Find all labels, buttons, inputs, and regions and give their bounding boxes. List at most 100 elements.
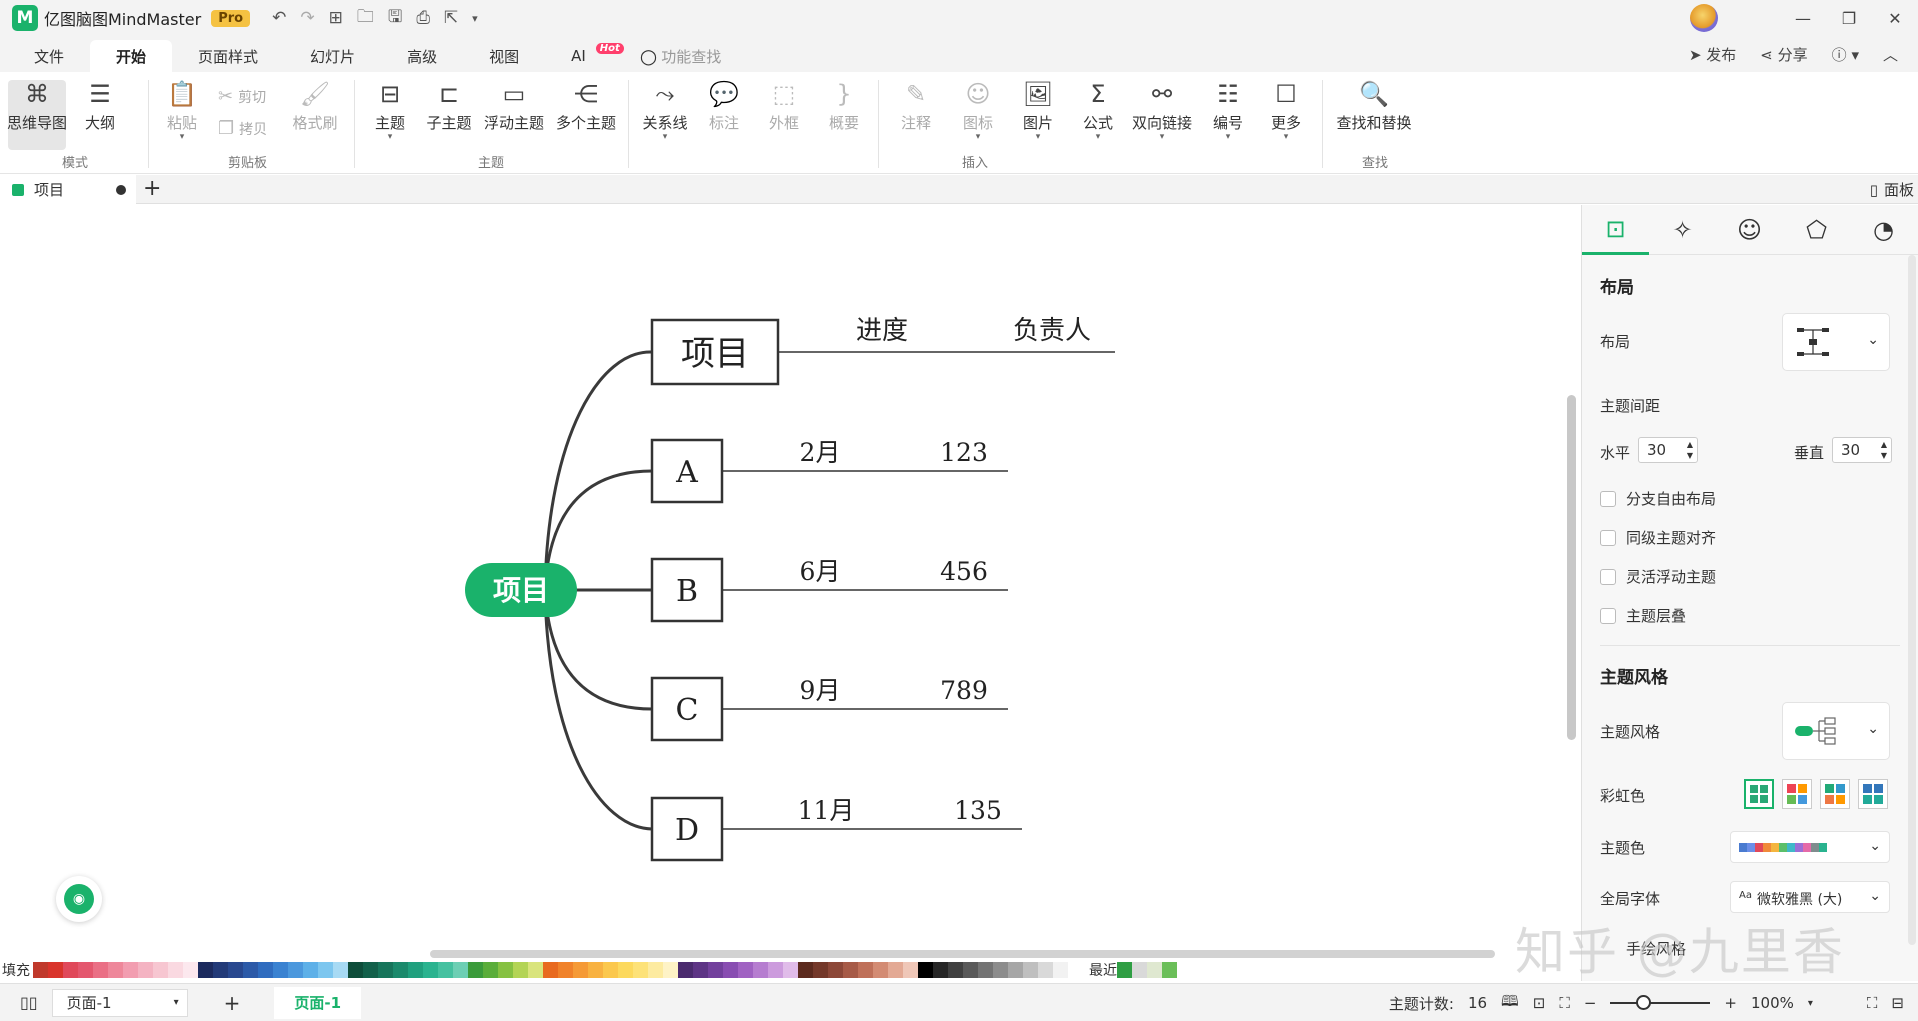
color-swatch[interactable] xyxy=(318,962,333,978)
color-swatch[interactable] xyxy=(363,962,378,978)
color-swatch[interactable] xyxy=(678,962,693,978)
color-swatch[interactable] xyxy=(708,962,723,978)
recent-color-swatch[interactable] xyxy=(1132,962,1147,978)
color-swatch[interactable] xyxy=(63,962,78,978)
callout-button[interactable]: 💬 标注 xyxy=(708,80,740,150)
print-icon[interactable]: ⎙ xyxy=(416,8,430,28)
tab-slides[interactable]: 幻灯片 xyxy=(284,40,381,72)
panel-toggle-button[interactable]: ▯ 面板 xyxy=(1870,179,1914,200)
image-button[interactable]: 🖼 图片 ▾ xyxy=(1020,80,1056,150)
color-swatch[interactable] xyxy=(198,962,213,978)
bidirectional-link-button[interactable]: ⚯ 双向链接 ▾ xyxy=(1130,80,1194,150)
minimize-icon[interactable]: — xyxy=(1780,9,1826,28)
stepper-arrows-icon[interactable]: ▲ ▼ xyxy=(1881,439,1887,461)
color-swatch[interactable] xyxy=(558,962,573,978)
color-swatch[interactable] xyxy=(468,962,483,978)
color-swatch[interactable] xyxy=(123,962,138,978)
emoji-icon[interactable]: ☺ xyxy=(1716,205,1783,255)
topic-style-select[interactable]: ⌄ xyxy=(1782,702,1890,760)
pro-badge[interactable]: Pro xyxy=(211,9,251,27)
color-swatch[interactable] xyxy=(153,962,168,978)
new-icon[interactable]: ⊞ xyxy=(329,8,343,28)
page-select[interactable]: 页面-1 ▾ xyxy=(51,988,188,1017)
ai-sparkle-icon[interactable]: ✧ xyxy=(1649,205,1716,255)
page-tab[interactable]: 页面-1 xyxy=(274,986,362,1019)
color-swatch[interactable] xyxy=(138,962,153,978)
color-swatch[interactable] xyxy=(453,962,468,978)
color-swatch[interactable] xyxy=(738,962,753,978)
customize-icon[interactable]: ▾ xyxy=(472,12,478,25)
horizontal-spacing-input[interactable]: 30 ▲ ▼ xyxy=(1638,437,1698,463)
recent-color-swatch[interactable] xyxy=(1147,962,1162,978)
undo-icon[interactable]: ↶ xyxy=(272,8,286,28)
unsaved-dot-icon[interactable] xyxy=(116,184,126,195)
color-swatch[interactable] xyxy=(78,962,93,978)
find-replace-button[interactable]: 🔍 查找和替换 xyxy=(1336,80,1412,150)
color-swatch[interactable] xyxy=(333,962,348,978)
color-swatch[interactable] xyxy=(543,962,558,978)
tab-view[interactable]: 视图 xyxy=(463,40,545,72)
share-button[interactable]: ⋖ 分享 xyxy=(1760,44,1807,65)
stepper-arrows-icon[interactable]: ▲ ▼ xyxy=(1687,439,1693,461)
color-swatch[interactable] xyxy=(603,962,618,978)
option-free-layout[interactable]: 分支自由布局 xyxy=(1600,488,1716,509)
color-swatch[interactable] xyxy=(813,962,828,978)
zoom-slider[interactable] xyxy=(1610,995,1711,1010)
color-swatch[interactable] xyxy=(693,962,708,978)
theme-icon[interactable]: ⬠ xyxy=(1783,205,1850,255)
book-view-icon[interactable]: 🕮 xyxy=(1501,991,1519,1016)
color-swatch[interactable] xyxy=(33,962,48,978)
tab-home[interactable]: 开始 xyxy=(90,40,173,72)
collapse-ribbon-icon[interactable]: ︿ xyxy=(1883,44,1898,65)
close-icon[interactable]: ✕ xyxy=(1872,9,1918,28)
rainbow-option-4[interactable] xyxy=(1858,779,1888,809)
open-icon[interactable]: 🗀 xyxy=(357,4,374,33)
icon-button[interactable]: ☺ 图标 ▾ xyxy=(962,80,994,150)
color-swatch[interactable] xyxy=(828,962,843,978)
layout-icon[interactable]: ⊡ xyxy=(1582,205,1649,255)
panel-scrollbar[interactable] xyxy=(1908,255,1916,945)
color-swatch[interactable] xyxy=(303,962,318,978)
zoom-in-button[interactable]: + xyxy=(1724,994,1737,1012)
color-swatch[interactable] xyxy=(48,962,63,978)
assistant-bot-button[interactable]: ◉ xyxy=(56,876,102,922)
option-flexible-floating[interactable]: 灵活浮动主题 xyxy=(1600,566,1716,587)
tab-page-style[interactable]: 页面样式 xyxy=(172,40,284,72)
recent-color-swatch[interactable] xyxy=(1117,962,1132,978)
color-swatch[interactable] xyxy=(438,962,453,978)
recent-color-swatch[interactable] xyxy=(1162,962,1177,978)
copy-button[interactable]: ❐ 拷贝 xyxy=(218,118,267,139)
global-font-select[interactable]: Aa 微软雅黑 (大) ⌄ xyxy=(1730,881,1890,913)
color-swatch[interactable] xyxy=(888,962,903,978)
page-panel-icon[interactable]: ▯▯ xyxy=(20,993,38,1012)
fit-page-icon[interactable]: ⊡ xyxy=(1533,994,1546,1012)
add-page-button[interactable]: + xyxy=(224,991,241,1015)
numbering-button[interactable]: ☷ 编号 ▾ xyxy=(1210,80,1246,150)
color-swatch[interactable] xyxy=(588,962,603,978)
zoom-level[interactable]: 100% xyxy=(1751,994,1794,1012)
color-swatch[interactable] xyxy=(903,962,918,978)
relation-button[interactable]: ⤳ 关系线 ▾ xyxy=(640,80,690,150)
subtopic-button[interactable]: ⊏ 子主题 xyxy=(424,80,474,150)
color-swatch[interactable] xyxy=(873,962,888,978)
color-swatch[interactable] xyxy=(783,962,798,978)
layout-select[interactable]: ⌄ xyxy=(1782,313,1890,371)
tab-advanced[interactable]: 高级 xyxy=(381,40,463,72)
color-swatch[interactable] xyxy=(528,962,543,978)
chevron-down-icon[interactable]: ▾ xyxy=(1808,998,1813,1009)
color-swatch[interactable] xyxy=(573,962,588,978)
floating-topic-button[interactable]: ▭ 浮动主题 xyxy=(484,80,544,150)
color-swatch[interactable] xyxy=(183,962,198,978)
multiple-topics-button[interactable]: ⋲ 多个主题 xyxy=(556,80,616,150)
canvas-vertical-scrollbar[interactable] xyxy=(1567,395,1576,740)
color-swatch[interactable] xyxy=(1023,962,1038,978)
color-swatch[interactable] xyxy=(633,962,648,978)
rainbow-option-3[interactable] xyxy=(1820,779,1850,809)
color-swatch[interactable] xyxy=(348,962,363,978)
color-swatch[interactable] xyxy=(423,962,438,978)
checkbox[interactable] xyxy=(1600,529,1616,546)
theme-color-select[interactable]: ⌄ xyxy=(1730,831,1890,863)
color-swatch[interactable] xyxy=(843,962,858,978)
color-swatch[interactable] xyxy=(393,962,408,978)
color-swatch[interactable] xyxy=(1038,962,1053,978)
